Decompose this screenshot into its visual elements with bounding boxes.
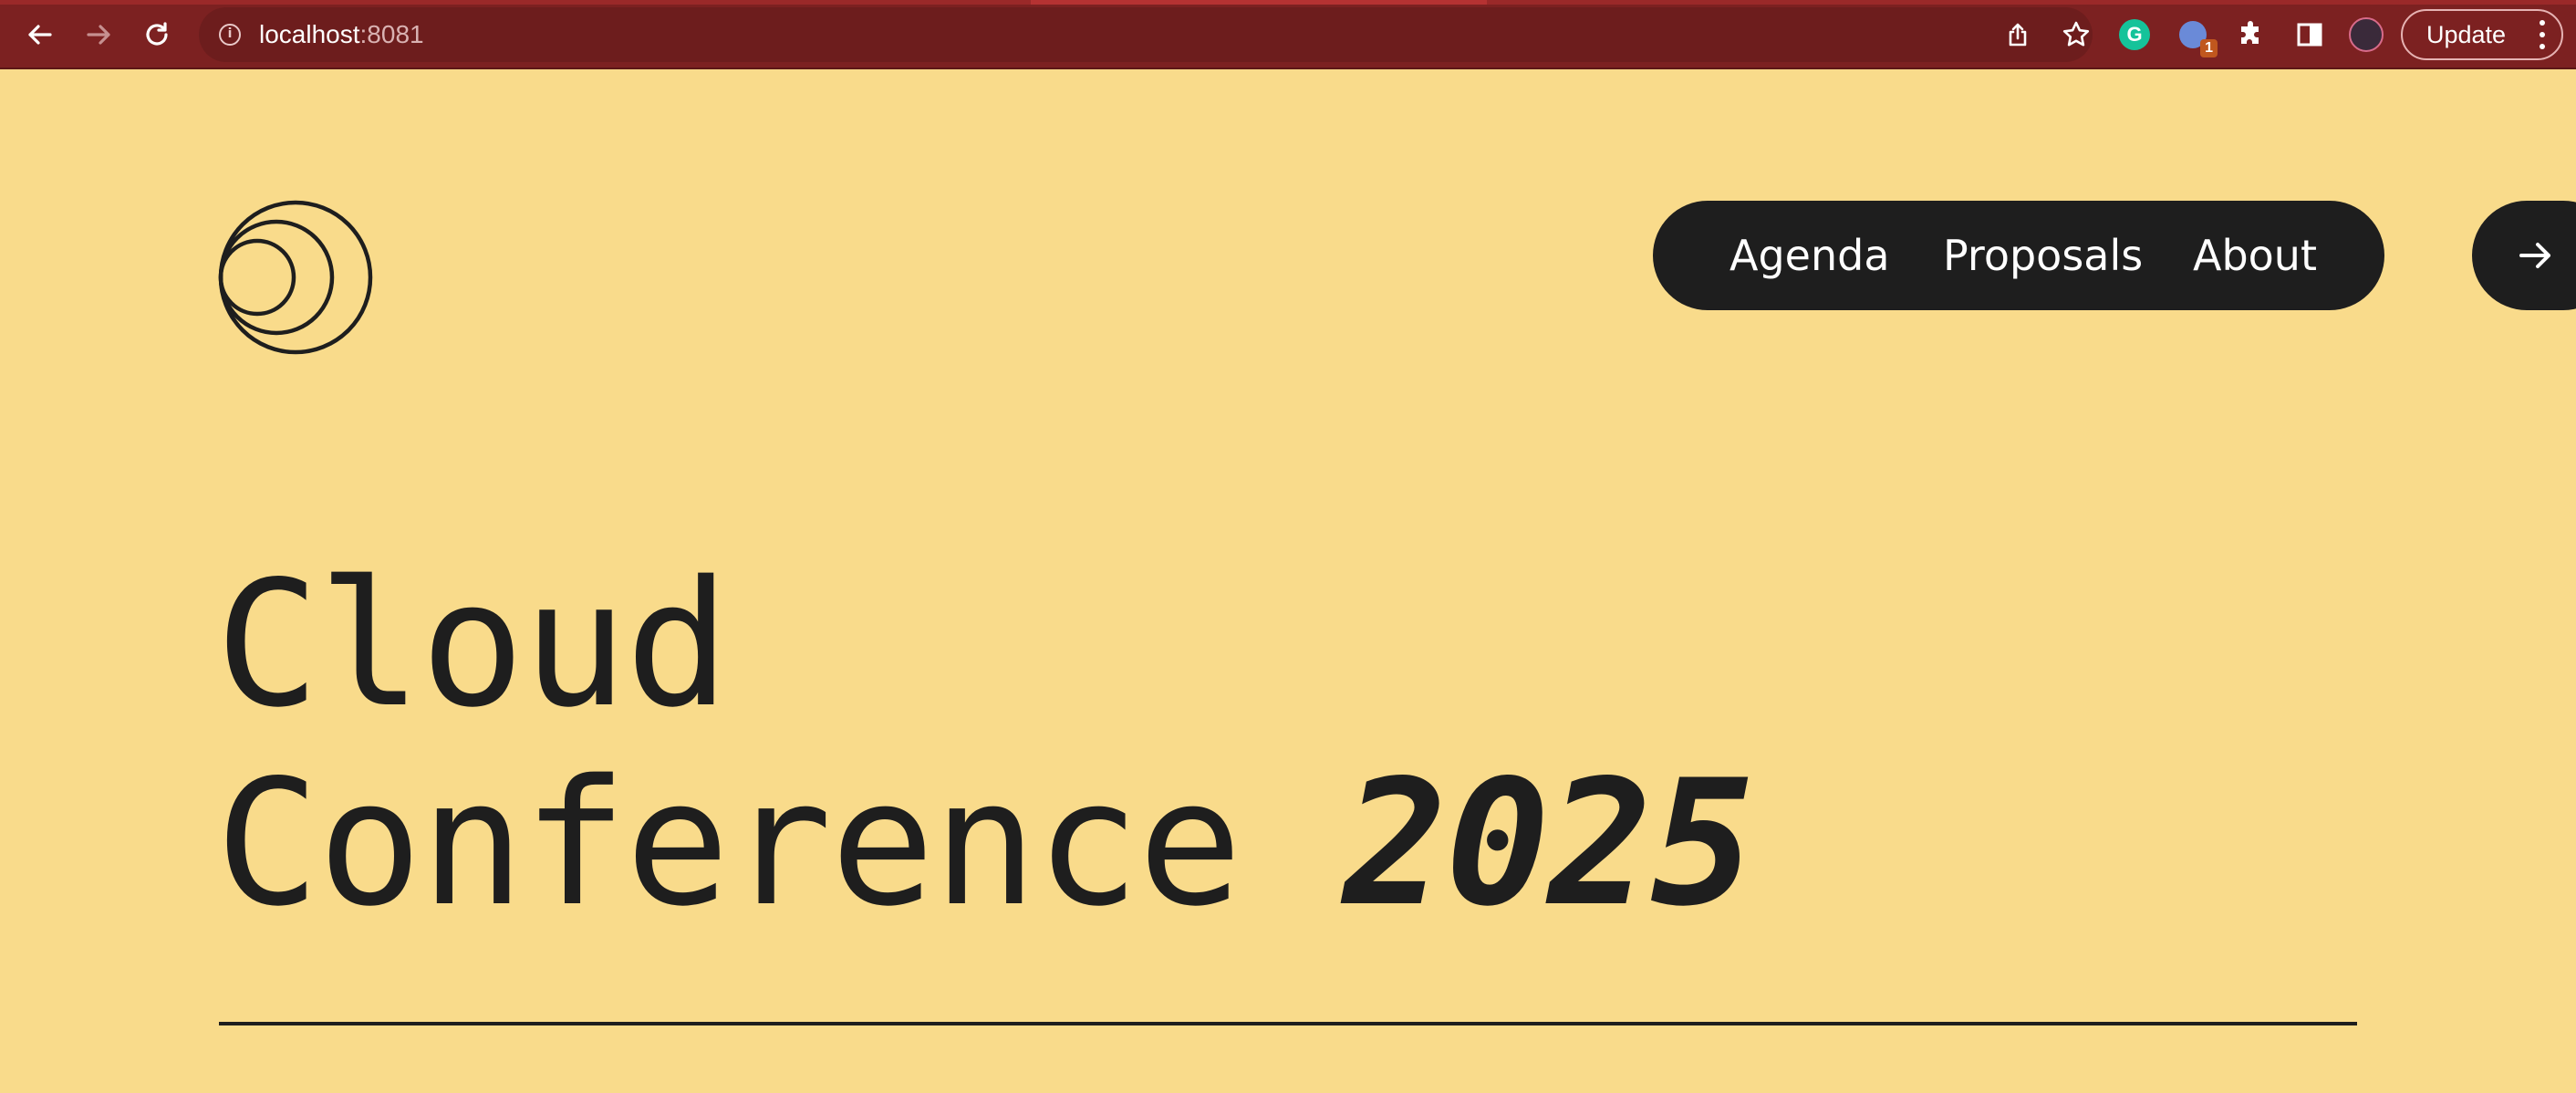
bookmark-button[interactable]	[2060, 18, 2093, 51]
arrow-right-icon	[87, 25, 110, 45]
extension-button[interactable]: 1	[2173, 15, 2218, 57]
address-bar[interactable]: i localhost:8081	[199, 7, 2093, 62]
more-menu-icon[interactable]	[2540, 20, 2545, 49]
extension-badge: 1	[2200, 39, 2218, 57]
update-button[interactable]: Update	[2401, 9, 2563, 60]
extension-icon: 1	[2179, 21, 2218, 57]
update-label: Update	[2426, 21, 2507, 48]
puzzle-icon	[2241, 21, 2259, 44]
url-host: localhost	[259, 20, 360, 48]
cta-arrow-button[interactable]	[2472, 201, 2576, 310]
side-panel-icon	[2297, 23, 2322, 47]
nav-link-about[interactable]: About	[2193, 201, 2317, 310]
extensions-menu-button[interactable]	[2231, 15, 2271, 55]
star-icon	[2062, 21, 2090, 47]
nav-link-agenda[interactable]: Agenda	[1729, 201, 1890, 310]
url-text[interactable]: localhost:8081	[259, 20, 424, 49]
profile-button[interactable]	[2346, 15, 2386, 55]
divider	[219, 1022, 2357, 1025]
grammarly-icon: G	[2119, 19, 2150, 50]
forward-button[interactable]	[78, 15, 119, 55]
url-port: :8081	[359, 20, 424, 48]
side-panel-button[interactable]	[2290, 15, 2330, 55]
site-info-icon[interactable]: i	[219, 24, 241, 46]
logo[interactable]	[217, 199, 374, 356]
nav-link-proposals[interactable]: Proposals	[1943, 201, 2143, 310]
title-year: 2025	[1343, 743, 1755, 944]
grammarly-extension-button[interactable]: G	[2114, 15, 2155, 55]
share-button[interactable]	[2001, 18, 2034, 51]
browser-toolbar: i localhost:8081 G 1 Update	[0, 0, 2576, 69]
avatar	[2349, 17, 2384, 52]
share-icon	[2009, 23, 2027, 47]
reload-icon	[146, 22, 168, 46]
main-nav: Agenda Proposals About	[1653, 201, 2384, 310]
back-button[interactable]	[20, 15, 60, 55]
tab-strip-edge	[0, 0, 2576, 5]
title-line-1: Cloud	[215, 544, 730, 745]
title-line-2: Conference	[215, 743, 1242, 944]
reload-button[interactable]	[137, 15, 177, 55]
page-title: Cloud Conference 2025	[215, 544, 1755, 944]
arrow-right-icon	[2519, 243, 2550, 268]
arrow-left-icon	[28, 25, 52, 45]
